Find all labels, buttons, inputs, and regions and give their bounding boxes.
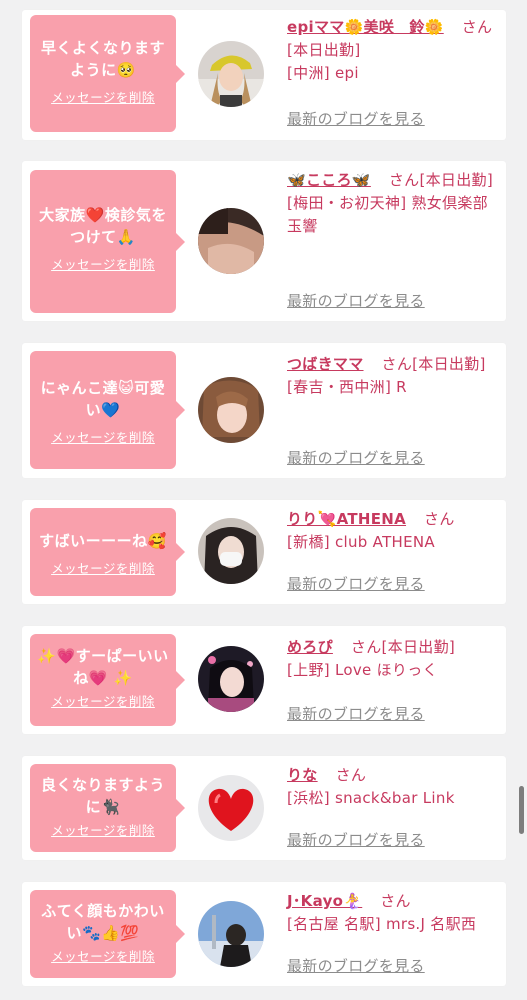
message-text: ✨💗すーぱーいいね💗 ✨ (37, 647, 169, 687)
heart-icon (198, 775, 264, 841)
delete-message-link[interactable]: メッセージを削除 (51, 946, 155, 965)
shop-name: [中洲] epi (287, 64, 359, 82)
message-bubble: 良くなりますように🐈‍⬛ メッセージを削除 (30, 764, 185, 852)
cast-name-link[interactable]: りな (287, 766, 318, 784)
message-text: 良くなりますように🐈‍⬛ (40, 776, 165, 816)
delete-message-link[interactable]: メッセージを削除 (51, 691, 155, 710)
avatar[interactable] (198, 775, 264, 841)
delete-message-link[interactable]: メッセージを削除 (51, 427, 155, 446)
cast-info: めろぴ さん[本日出勤] [上野] Love ほりっく (287, 636, 499, 682)
cast-info: 🦋こころ🦋 さん[本日出勤] [梅田・お初天神] 熟女倶楽部 玉響 (287, 169, 499, 238)
delete-message-link[interactable]: メッセージを削除 (51, 820, 155, 839)
message-text: すばいーーーね🥰 (39, 532, 167, 550)
scrollbar[interactable] (519, 786, 524, 834)
shop-name: [上野] Love ほりっく (287, 661, 438, 679)
message-bubble: 早くよくなりますように🥺 メッセージを削除 (30, 15, 185, 132)
latest-blog-link[interactable]: 最新のブログを見る (287, 955, 425, 976)
avatar-photo-icon (198, 646, 264, 712)
avatar-photo-icon (198, 518, 264, 584)
cast-info: つばきママ さん[本日出勤] [春吉・西中洲] R (287, 353, 499, 399)
message-text: 早くよくなりますように🥺 (40, 39, 165, 79)
cast-name-link[interactable]: 🦋こころ🦋 (287, 171, 371, 189)
avatar-photo-icon (198, 208, 264, 274)
latest-blog-link[interactable]: 最新のブログを見る (287, 829, 425, 850)
message-card: 大家族❤️検診気をつけて🙏 メッセージを削除 🦋こころ🦋 さん[本日出勤] [梅田… (22, 161, 506, 321)
san-label: さん (380, 892, 411, 910)
avatar[interactable] (198, 518, 264, 584)
delete-message-link[interactable]: メッセージを削除 (51, 558, 155, 577)
avatar[interactable] (198, 377, 264, 443)
attendance-tag: [本日出勤] (412, 355, 486, 373)
san-label: さん (350, 638, 382, 656)
message-text: にゃんこ達😺可愛い💙 (40, 379, 166, 419)
message-card: すばいーーーね🥰 メッセージを削除 りり💘ATHENA さん [新橋] club … (22, 500, 506, 604)
attendance-tag: [本日出勤] (419, 171, 493, 189)
san-label: さん (335, 766, 367, 784)
message-card: ふてく顔もかわいい🐾👍💯 メッセージを削除 J･Kayo🧜‍♀️ さん [名古屋 … (22, 882, 506, 986)
latest-blog-link[interactable]: 最新のブログを見る (287, 703, 425, 724)
message-text: ふてく顔もかわいい🐾👍💯 (41, 902, 165, 942)
delete-message-link[interactable]: メッセージを削除 (51, 254, 155, 273)
message-bubble: ✨💗すーぱーいいね💗 ✨ メッセージを削除 (30, 634, 185, 726)
latest-blog-link[interactable]: 最新のブログを見る (287, 108, 425, 129)
avatar[interactable] (198, 901, 264, 967)
message-bubble: ふてく顔もかわいい🐾👍💯 メッセージを削除 (30, 890, 185, 978)
message-bubble: にゃんこ達😺可愛い💙 メッセージを削除 (30, 351, 185, 469)
cast-name-link[interactable]: りり💘ATHENA (287, 510, 406, 528)
shop-name: [浜松] snack&bar Link (287, 789, 455, 807)
message-card: 早くよくなりますように🥺 メッセージを削除 epiママ🌼美咲 鈴🌼 さん [本日出勤… (22, 10, 506, 140)
san-label: さん (424, 510, 455, 528)
cast-info: りな さん [浜松] snack&bar Link (287, 764, 499, 810)
cast-name-link[interactable]: めろぴ (287, 638, 333, 656)
message-card: 良くなりますように🐈‍⬛ メッセージを削除 りな さん [浜松] snack&ba… (22, 756, 506, 860)
attendance-tag: [本日出勤] (381, 638, 456, 656)
san-label: さん (461, 18, 493, 36)
cast-info: J･Kayo🧜‍♀️ さん [名古屋 名駅] mrs.J 名駅西 (287, 890, 499, 936)
message-card: にゃんこ達😺可愛い💙 メッセージを削除 つばきママ さん[本日出勤] [春吉・西中… (22, 343, 506, 478)
shop-name: [名古屋 名駅] mrs.J 名駅西 (287, 915, 477, 933)
cast-name-link[interactable]: つばきママ (287, 355, 364, 373)
latest-blog-link[interactable]: 最新のブログを見る (287, 573, 425, 594)
latest-blog-link[interactable]: 最新のブログを見る (287, 447, 425, 468)
avatar-photo-icon (198, 901, 264, 967)
message-card: ✨💗すーぱーいいね💗 ✨ メッセージを削除 めろぴ さん[本日出勤] [上野] L… (22, 626, 506, 734)
latest-blog-link[interactable]: 最新のブログを見る (287, 290, 425, 311)
cast-name-link[interactable]: epiママ🌼美咲 鈴🌼 (287, 18, 444, 36)
san-label: さん (388, 171, 420, 189)
cast-info: りり💘ATHENA さん [新橋] club ATHENA (287, 508, 499, 554)
avatar[interactable] (198, 208, 264, 274)
avatar[interactable] (198, 646, 264, 712)
avatar[interactable] (198, 41, 264, 107)
shop-name: [春吉・西中洲] R (287, 378, 407, 396)
attendance-tag: [本日出勤] (287, 41, 361, 59)
cast-info: epiママ🌼美咲 鈴🌼 さん [本日出勤] [中洲] epi (287, 16, 499, 85)
san-label: さん (381, 355, 413, 373)
message-bubble: 大家族❤️検診気をつけて🙏 メッセージを削除 (30, 170, 185, 313)
avatar-photo-icon (198, 41, 264, 107)
shop-name: [梅田・お初天神] 熟女倶楽部 玉響 (287, 194, 488, 235)
shop-name: [新橋] club ATHENA (287, 533, 435, 551)
avatar-photo-icon (198, 377, 264, 443)
message-bubble: すばいーーーね🥰 メッセージを削除 (30, 508, 185, 596)
delete-message-link[interactable]: メッセージを削除 (51, 87, 155, 106)
message-text: 大家族❤️検診気をつけて🙏 (39, 206, 167, 246)
cast-name-link[interactable]: J･Kayo🧜‍♀️ (287, 892, 362, 910)
